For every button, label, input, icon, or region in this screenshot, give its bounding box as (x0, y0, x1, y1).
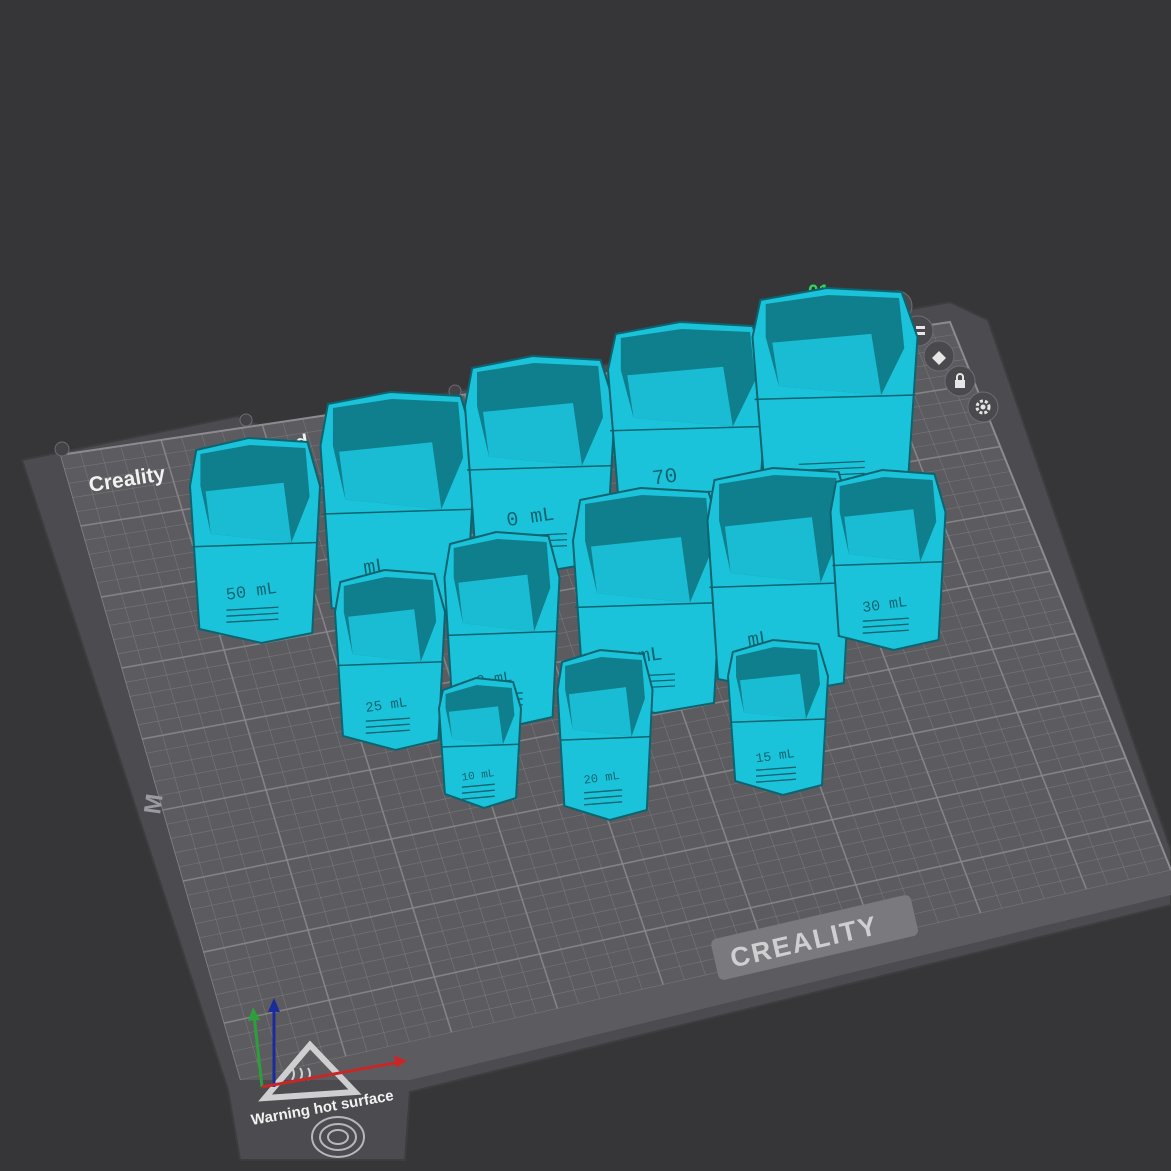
plate-side-mark: M (139, 792, 169, 816)
cup-model[interactable]: 25 mL (333, 568, 447, 752)
lock-plate-button[interactable] (944, 365, 976, 397)
cup-volume-label: 70 (651, 465, 679, 491)
auto-arrange-button[interactable] (923, 340, 955, 372)
plate-mount-mid (239, 413, 253, 427)
cup-model[interactable]: 20 mL (556, 648, 654, 822)
plate-settings-button[interactable] (967, 391, 999, 423)
cup-model[interactable]: 30 mL (829, 468, 947, 652)
cup-model[interactable]: 50 mL (188, 436, 322, 645)
cup-model[interactable]: 15 mL (726, 638, 830, 797)
plate-mount-left (54, 441, 70, 457)
3d-viewport[interactable]: M Creality ed CREALITY Warning hot surfa… (0, 0, 1171, 1171)
cup-model[interactable]: 10 mL (437, 676, 523, 810)
cup-model[interactable] (751, 286, 919, 500)
